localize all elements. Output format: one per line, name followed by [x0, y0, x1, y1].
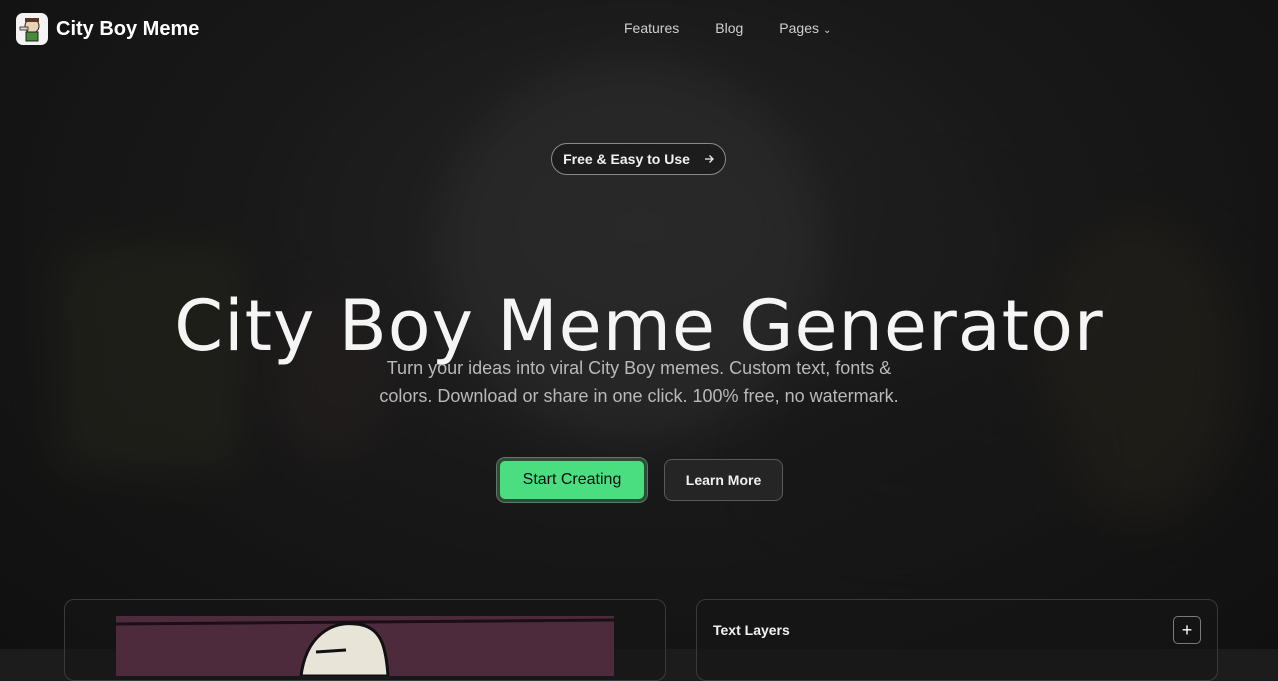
hero-subtitle: Turn your ideas into viral City Boy meme… [340, 354, 938, 410]
badge-label: Free & Easy to Use [563, 151, 690, 167]
learn-more-button[interactable]: Learn More [664, 459, 783, 501]
brand[interactable]: City Boy Meme [16, 13, 199, 45]
text-layers-panel: Text Layers + [696, 599, 1218, 681]
plus-icon: + [1181, 619, 1193, 640]
brand-name: City Boy Meme [56, 17, 200, 40]
nav-link-pages[interactable]: Pages ⌄ [779, 20, 831, 36]
chevron-down-icon: ⌄ [822, 25, 832, 36]
nav-link-pages-label: Pages [779, 20, 819, 36]
start-creating-button[interactable]: Start Creating [496, 457, 648, 503]
city-boy-logo-icon [16, 13, 48, 45]
arrow-right-icon [704, 151, 714, 167]
add-layer-button[interactable]: + [1173, 616, 1201, 644]
subtitle-line-2: colors. Download or share in one click. … [379, 386, 899, 406]
meme-canvas-card [64, 599, 666, 681]
meme-preview-image[interactable] [116, 616, 614, 676]
top-nav: City Boy Meme Features Blog Pages ⌄ [0, 0, 1278, 58]
text-layers-title: Text Layers [713, 622, 790, 638]
main-menu: Features Blog Pages ⌄ [624, 20, 831, 36]
subtitle-line-1: Turn your ideas into viral City Boy meme… [386, 358, 892, 378]
free-easy-badge[interactable]: Free & Easy to Use [551, 143, 726, 175]
nav-link-features[interactable]: Features [624, 20, 679, 36]
nav-link-blog[interactable]: Blog [715, 20, 743, 36]
